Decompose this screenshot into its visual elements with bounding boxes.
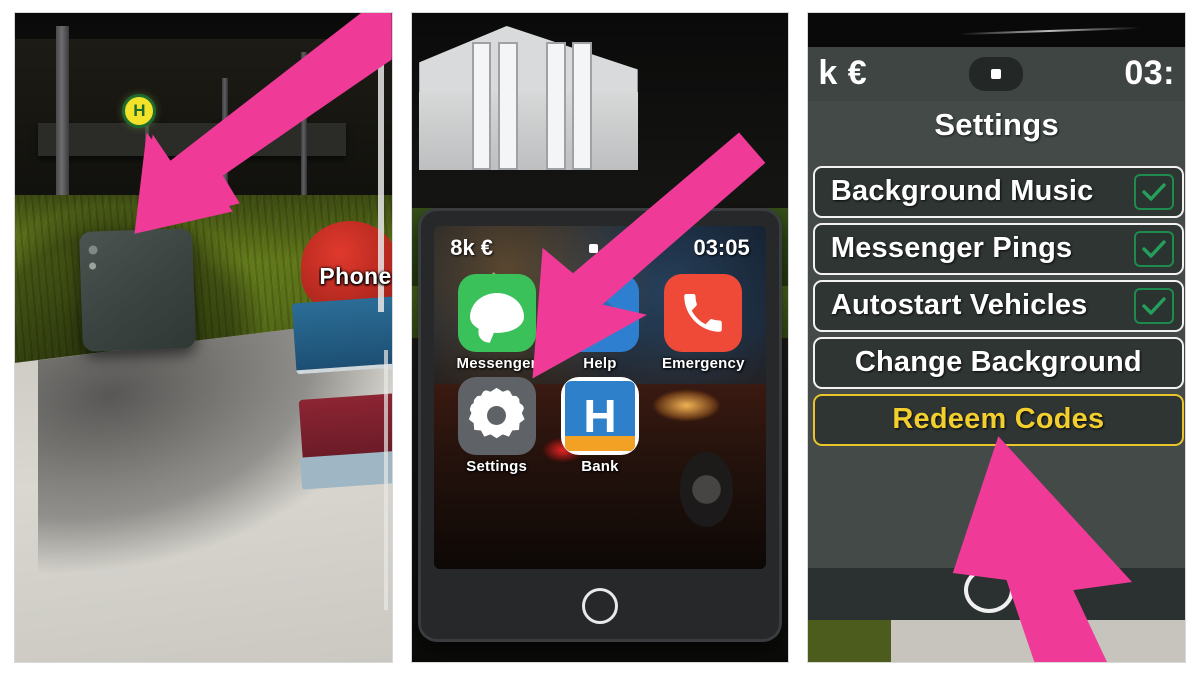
- house-window: [545, 41, 566, 171]
- app-label: Help: [583, 354, 617, 372]
- home-button[interactable]: [964, 566, 1015, 613]
- app-settings[interactable]: Settings: [450, 376, 543, 475]
- dropped-phone-object[interactable]: [78, 228, 196, 353]
- checkbox-checked-icon[interactable]: [1133, 230, 1174, 267]
- chat-bubble-icon: [457, 273, 536, 352]
- app-messenger[interactable]: Messenger: [450, 273, 543, 372]
- phone-screen: 8k € 03:05 Messenger Help Emergency Sett…: [433, 225, 767, 569]
- tutorial-image-board: H Phone 8k € 03:05 Messenger Help Emerge…: [0, 0, 1200, 675]
- app-label: Messenger: [456, 354, 537, 372]
- gear-icon: [457, 376, 536, 455]
- setting-label: Messenger Pings: [830, 232, 1073, 264]
- house-building: [419, 25, 638, 221]
- money-balance: k €: [818, 54, 868, 93]
- clock-time: 03:05: [693, 235, 750, 261]
- phone-status-bar: k € 03:: [808, 46, 1186, 102]
- setting-row-messenger-pings[interactable]: Messenger Pings: [812, 222, 1184, 275]
- phone-camera-icon: [88, 246, 98, 256]
- app-help[interactable]: Help: [554, 273, 647, 372]
- house-window: [471, 41, 492, 171]
- app-emergency[interactable]: Emergency: [657, 273, 750, 372]
- settings-list: Background Music Messenger Pings Autosta…: [812, 165, 1184, 451]
- checkbox-checked-icon[interactable]: [1133, 287, 1174, 324]
- app-slot-empty: [657, 377, 750, 475]
- house-wall: [419, 92, 638, 171]
- setting-label: Change Background: [854, 346, 1142, 378]
- house-window: [572, 41, 592, 171]
- phone-handset-icon: [664, 273, 743, 352]
- home-button[interactable]: [581, 588, 618, 625]
- scene-ground: [808, 619, 1186, 662]
- setting-row-background-music[interactable]: Background Music: [812, 165, 1184, 218]
- house-window: [497, 41, 518, 171]
- bank-h-icon: H: [560, 376, 639, 455]
- panel-find-phone: H Phone: [14, 12, 393, 663]
- money-balance: 8k €: [450, 235, 494, 261]
- setting-label: Background Music: [830, 175, 1094, 207]
- camera-dot-icon: [968, 56, 1023, 91]
- camera-dot-icon: [588, 243, 598, 253]
- panel-phone-home: 8k € 03:05 Messenger Help Emergency Sett…: [410, 12, 790, 663]
- panel-settings-menu: k € 03: Settings Background Music Messen…: [807, 12, 1187, 663]
- phone-device[interactable]: 8k € 03:05 Messenger Help Emergency Sett…: [421, 210, 779, 640]
- app-row-2: Settings H Bank: [450, 376, 750, 475]
- setting-label: Autostart Vehicles: [830, 289, 1088, 321]
- phone-status-bar: 8k € 03:05: [434, 226, 767, 271]
- app-grid: Messenger Help Emergency Settings H Bank: [450, 273, 750, 486]
- white-post-lower: [383, 350, 388, 611]
- setting-row-change-background[interactable]: Change Background: [812, 336, 1184, 389]
- setting-row-autostart-vehicles[interactable]: Autostart Vehicles: [812, 279, 1184, 332]
- scene-top-dark: [808, 13, 1186, 47]
- bus-shelter-roof: [37, 123, 347, 156]
- help-icon: [560, 273, 639, 352]
- app-row-1: Messenger Help Emergency: [450, 273, 750, 372]
- page-title: Settings: [934, 107, 1060, 143]
- setting-row-redeem-codes[interactable]: Redeem Codes: [812, 393, 1184, 446]
- phone-camera-icon-secondary: [88, 263, 97, 271]
- setting-label: Redeem Codes: [892, 403, 1105, 435]
- app-bank[interactable]: H Bank: [554, 376, 647, 475]
- clock-time: 03:: [1124, 54, 1175, 93]
- avatar-nametag: Phone: [319, 262, 392, 289]
- house-roof: [419, 25, 638, 97]
- app-label: Emergency: [661, 354, 745, 372]
- app-label: Settings: [466, 457, 528, 475]
- app-label: Bank: [581, 457, 619, 475]
- checkbox-checked-icon[interactable]: [1133, 173, 1174, 210]
